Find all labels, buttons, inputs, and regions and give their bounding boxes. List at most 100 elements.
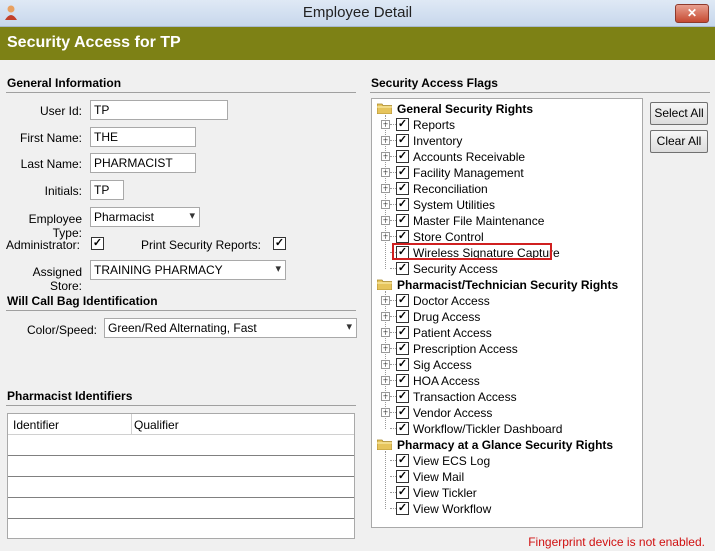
tree-item-checkbox[interactable]: ✓	[396, 310, 409, 323]
tree-item-label: Facility Management	[413, 166, 524, 180]
tree-item-label: System Utilities	[413, 198, 496, 212]
security-flags-divider	[370, 92, 710, 93]
tree-item-facility-management[interactable]: + ✓ Facility Management	[381, 165, 631, 181]
tree-item-label: Patient Access	[413, 326, 492, 340]
tree-item-label: Inventory	[413, 134, 463, 148]
color-speed-label: Color/Speed:	[26, 323, 97, 337]
tree-item-checkbox[interactable]: ✓	[396, 486, 409, 499]
tree-item-label: Accounts Receivable	[413, 150, 526, 164]
employee-type-select[interactable]: Pharmacist ▾	[90, 207, 200, 227]
tree-item-checkbox[interactable]: ✓	[396, 342, 409, 355]
tree-item-accounts-receivable[interactable]: + ✓ Accounts Receivable	[381, 149, 631, 165]
column-header-identifier[interactable]: Identifier	[13, 418, 59, 432]
assigned-store-value: TRAINING PHARMACY	[94, 263, 223, 277]
tree-item-label: Prescription Access	[413, 342, 518, 356]
tree-item-checkbox[interactable]: ✓	[396, 134, 409, 147]
tree-item-checkbox[interactable]: ✓	[396, 470, 409, 483]
tree-line	[385, 451, 386, 509]
first-name-input[interactable]: THE	[90, 127, 196, 147]
tree-item-checkbox[interactable]: ✓	[396, 182, 409, 195]
tree-item-checkbox[interactable]: ✓	[396, 118, 409, 131]
window-title: Employee Detail	[302, 4, 413, 21]
column-separator	[131, 414, 132, 434]
page-title-banner: Security Access for TP	[0, 27, 715, 60]
select-all-button[interactable]: Select All	[650, 102, 708, 125]
tree-item-label: Store Control	[413, 230, 484, 244]
tree-item-patient-access[interactable]: + ✓ Patient Access	[381, 325, 631, 341]
tree-item-label: Doctor Access	[413, 294, 490, 308]
tree-item-checkbox[interactable]: ✓	[396, 374, 409, 387]
security-flags-tree[interactable]: General Security Rights + ✓ Reports + ✓ Invent…	[371, 98, 643, 528]
tree-group-pharmacist-technician-security-rights[interactable]: Pharmacist/Technician Security Rights	[377, 277, 632, 293]
print-security-reports-checkbox[interactable]: ✓	[273, 237, 286, 250]
tree-group-pharmacy-at-a-glance-security-rights[interactable]: Pharmacy at a Glance Security Rights	[377, 437, 632, 453]
tree-item-checkbox[interactable]: ✓	[396, 326, 409, 339]
tree-item-checkbox[interactable]: ✓	[396, 150, 409, 163]
general-info-title: General Information	[7, 76, 122, 90]
assigned-store-label: Assigned Store:	[32, 265, 82, 293]
chevron-down-icon: ▾	[189, 210, 195, 222]
close-button[interactable]: ✕	[675, 4, 709, 23]
tree-item-checkbox[interactable]: ✓	[396, 454, 409, 467]
last-name-input[interactable]: PHARMACIST	[90, 153, 196, 173]
tree-line	[385, 291, 386, 429]
assigned-store-select[interactable]: TRAINING PHARMACY ▾	[90, 260, 286, 280]
tree-item-checkbox[interactable]: ✓	[396, 358, 409, 371]
tree-item-checkbox[interactable]: ✓	[396, 390, 409, 403]
tree-item-master-file-maintenance[interactable]: + ✓ Master File Maintenance	[381, 213, 631, 229]
tree-item-prescription-access[interactable]: + ✓ Prescription Access	[381, 341, 631, 357]
tree-item-label: Reconciliation	[413, 182, 488, 196]
color-speed-select[interactable]: Green/Red Alternating, Fast ▾	[104, 318, 357, 338]
title-bar: Employee Detail ✕	[0, 0, 715, 27]
tree-group-general-security-rights[interactable]: General Security Rights	[377, 101, 632, 117]
tree-item-doctor-access[interactable]: + ✓ Doctor Access	[381, 293, 631, 309]
column-header-qualifier[interactable]: Qualifier	[134, 418, 179, 432]
tree-item-checkbox[interactable]: ✓	[396, 294, 409, 307]
status-message: Fingerprint device is not enabled.	[528, 535, 705, 549]
administrator-label: Administrator:	[5, 238, 80, 252]
tree-item-reconciliation[interactable]: + ✓ Reconciliation	[381, 181, 631, 197]
tree-item-checkbox[interactable]: ✓	[396, 406, 409, 419]
tree-item-view-workflow[interactable]: ✓ View Workflow	[381, 501, 631, 517]
tree-item-system-utilities[interactable]: + ✓ System Utilities	[381, 197, 631, 213]
pharmacist-identifiers-divider	[6, 405, 356, 406]
employee-type-value: Pharmacist	[94, 210, 155, 224]
will-call-title: Will Call Bag Identification	[7, 294, 158, 308]
tree-item-inventory[interactable]: + ✓ Inventory	[381, 133, 631, 149]
tree-item-checkbox[interactable]: ✓	[396, 198, 409, 211]
folder-icon	[377, 439, 392, 450]
clear-all-button[interactable]: Clear All	[650, 130, 708, 153]
color-speed-value: Green/Red Alternating, Fast	[108, 321, 257, 335]
tree-item-label: Security Access	[413, 262, 498, 276]
tree-item-sig-access[interactable]: + ✓ Sig Access	[381, 357, 631, 373]
user-id-input[interactable]: TP	[90, 100, 228, 120]
user-id-label: User Id:	[39, 104, 82, 118]
tree-item-drug-access[interactable]: + ✓ Drug Access	[381, 309, 631, 325]
last-name-label: Last Name:	[20, 157, 82, 171]
pharmacist-identifiers-grid[interactable]: Identifier Qualifier	[7, 413, 355, 539]
tree-item-workflow-tickler-dashboard[interactable]: ✓ Workflow/Tickler Dashboard	[381, 421, 631, 437]
tree-item-checkbox[interactable]: ✓	[396, 214, 409, 227]
tree-item-label: Sig Access	[413, 358, 472, 372]
tree-item-view-tickler[interactable]: ✓ View Tickler	[381, 485, 631, 501]
initials-input[interactable]: TP	[90, 180, 124, 200]
tree-group-label: General Security Rights	[397, 102, 534, 116]
tree-item-checkbox[interactable]: ✓	[396, 422, 409, 435]
tree-item-reports[interactable]: + ✓ Reports	[381, 117, 631, 133]
tree-item-hoa-access[interactable]: + ✓ HOA Access	[381, 373, 631, 389]
tree-item-checkbox[interactable]: ✓	[396, 262, 409, 275]
grid-header: Identifier Qualifier	[8, 414, 354, 435]
highlight-box	[392, 243, 552, 260]
first-name-label: First Name:	[19, 131, 82, 145]
tree-item-view-ecs-log[interactable]: ✓ View ECS Log	[381, 453, 631, 469]
employee-type-label: Employee Type:	[28, 212, 82, 240]
tree-item-transaction-access[interactable]: + ✓ Transaction Access	[381, 389, 631, 405]
administrator-checkbox[interactable]: ✓	[91, 237, 104, 250]
tree-item-checkbox[interactable]: ✓	[396, 166, 409, 179]
tree-item-view-mail[interactable]: ✓ View Mail	[381, 469, 631, 485]
tree-item-checkbox[interactable]: ✓	[396, 230, 409, 243]
tree-item-label: Reports	[413, 118, 456, 132]
tree-item-vendor-access[interactable]: + ✓ Vendor Access	[381, 405, 631, 421]
tree-item-security-access[interactable]: ✓ Security Access	[381, 261, 631, 277]
tree-item-checkbox[interactable]: ✓	[396, 502, 409, 515]
